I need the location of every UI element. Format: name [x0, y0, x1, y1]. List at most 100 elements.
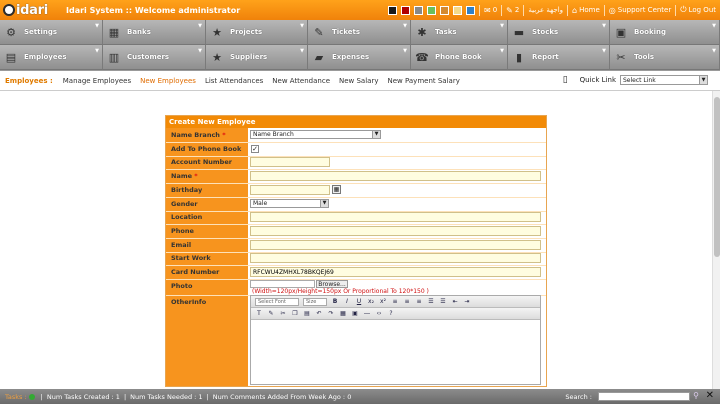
subscript-icon[interactable]: x₂ — [367, 298, 375, 305]
caret-down-icon[interactable]: ▼ — [198, 23, 202, 29]
home-link[interactable]: ⌂ Home — [572, 6, 600, 15]
theme-swatch-black[interactable] — [387, 5, 397, 15]
nav-new-attendance[interactable]: New Attendance — [272, 77, 330, 85]
size-select[interactable]: Size — [303, 297, 327, 306]
paperclip-icon: ✎ — [506, 5, 513, 15]
tasks-link[interactable]: ✎ 2 — [506, 6, 519, 15]
birthday-input[interactable] — [250, 185, 330, 195]
search-input[interactable] — [598, 392, 690, 401]
separator: | — [206, 392, 209, 401]
caret-down-icon[interactable]: ▼ — [712, 23, 716, 29]
module-tasks[interactable]: ✱ Tasks ▼ — [411, 20, 508, 45]
browse-button[interactable]: Browse... — [316, 280, 348, 288]
theme-swatch-gray[interactable] — [413, 5, 423, 15]
undo-icon[interactable]: ↶ — [315, 310, 323, 317]
caret-down-icon[interactable]: ▼ — [712, 48, 716, 54]
calculator-icon[interactable]: ▯ — [563, 75, 568, 85]
name-input[interactable] — [250, 171, 541, 181]
hr-icon[interactable]: ― — [363, 310, 371, 317]
module-customers[interactable]: ▥ Customers ▼ — [103, 45, 206, 70]
caret-down-icon[interactable]: ▼ — [500, 23, 504, 29]
module-stocks[interactable]: ▬ Stocks ▼ — [508, 20, 610, 45]
spellcheck-icon[interactable]: T — [255, 310, 263, 317]
caret-down-icon[interactable]: ▼ — [403, 48, 407, 54]
ordered-list-icon[interactable]: ☰ — [427, 298, 435, 305]
paste-icon[interactable]: ▤ — [303, 310, 311, 317]
location-input[interactable] — [250, 212, 541, 222]
theme-swatch-cream[interactable] — [452, 5, 462, 15]
module-banks[interactable]: ▦ Banks ▼ — [103, 20, 206, 45]
mail-link[interactable]: ✉ 0 — [484, 6, 497, 15]
nav-manage-employees[interactable]: Manage Employees — [63, 77, 131, 85]
startwork-input[interactable] — [250, 253, 541, 263]
theme-swatch-blue[interactable] — [465, 5, 475, 15]
module-projects[interactable]: ★ Projects ▼ — [206, 20, 308, 45]
photo-file-input[interactable] — [250, 280, 315, 288]
align-center-icon[interactable]: ≡ — [403, 298, 411, 305]
caret-down-icon[interactable]: ▼ — [300, 23, 304, 29]
otherinfo-editor[interactable]: Select Font Size B I U x₂ x² ≡ ≡ ≡ ☰ ☰ ⇤… — [250, 295, 541, 385]
module-expenses[interactable]: ▰ Expenses ▼ — [308, 45, 411, 70]
caret-down-icon[interactable]: ▼ — [95, 23, 99, 29]
nav-new-payment-salary[interactable]: New Payment Salary — [387, 77, 459, 85]
close-icon[interactable]: ✕ — [706, 390, 714, 401]
caret-down-icon[interactable]: ▼ — [95, 48, 99, 54]
page-scrollbar[interactable] — [712, 91, 720, 389]
caret-down-icon[interactable]: ▼ — [602, 23, 606, 29]
unordered-list-icon[interactable]: ☰ — [439, 298, 447, 305]
phone-input[interactable] — [250, 226, 541, 236]
caret-down-icon[interactable]: ▼ — [300, 48, 304, 54]
module-tools[interactable]: ✂ Tools ▼ — [610, 45, 720, 70]
module-report[interactable]: ▮ Report ▼ — [508, 45, 610, 70]
italic-icon[interactable]: I — [343, 298, 351, 305]
arabic-interface-link[interactable]: واجهة عربية — [528, 6, 563, 14]
table-icon[interactable]: ▦ — [339, 310, 347, 317]
caret-down-icon[interactable]: ▼ — [602, 48, 606, 54]
superscript-icon[interactable]: x² — [379, 298, 387, 305]
align-right-icon[interactable]: ≡ — [415, 298, 423, 305]
search-icon[interactable]: ⚲ — [693, 391, 699, 400]
html-icon[interactable]: ‹› — [375, 310, 383, 317]
nav-list-attendances[interactable]: List Attendances — [205, 77, 263, 85]
theme-swatch-red[interactable] — [400, 5, 410, 15]
support-link[interactable]: ◎ Support Center — [609, 6, 671, 15]
calendar-icon[interactable]: ▦ — [332, 185, 341, 194]
branch-select[interactable]: Name Branch ▼ — [250, 130, 381, 139]
copy-icon[interactable]: ❐ — [291, 310, 299, 317]
nav-new-salary[interactable]: New Salary — [339, 77, 378, 85]
account-number-input[interactable] — [250, 157, 330, 167]
module-tickets[interactable]: ✎ Tickets ▼ — [308, 20, 411, 45]
phonebook-checkbox[interactable]: ✓ — [251, 145, 259, 153]
redo-icon[interactable]: ↷ — [327, 310, 335, 317]
align-left-icon[interactable]: ≡ — [391, 298, 399, 305]
help-icon[interactable]: ? — [387, 310, 395, 317]
outdent-icon[interactable]: ⇤ — [451, 298, 459, 305]
quick-link-select[interactable]: Select Link ▼ — [620, 75, 708, 85]
font-select[interactable]: Select Font — [255, 297, 299, 306]
app-logo[interactable]: idari — [0, 0, 64, 20]
logout-link[interactable]: ⏻ Log Out — [680, 5, 716, 15]
module-suppliers[interactable]: ★ Suppliers ▼ — [206, 45, 308, 70]
nav-new-employees[interactable]: New Employees — [140, 77, 196, 85]
card-number-input[interactable]: RFCWU4ZMHXL78BKQEJ69 — [250, 267, 541, 277]
underline-icon[interactable]: U — [355, 298, 363, 305]
email-input[interactable] — [250, 240, 541, 250]
module-employees[interactable]: ▤ Employees ▼ — [0, 45, 103, 70]
gender-select[interactable]: Male ▼ — [250, 199, 329, 208]
caret-down-icon[interactable]: ▼ — [500, 48, 504, 54]
status-tasks-label[interactable]: Tasks : — [5, 393, 27, 401]
scrollbar-thumb[interactable] — [714, 97, 720, 257]
theme-swatch-orange[interactable] — [439, 5, 449, 15]
format-icon[interactable]: ✎ — [267, 310, 275, 317]
caret-down-icon[interactable]: ▼ — [198, 48, 202, 54]
module-settings[interactable]: ⚙ Settings ▼ — [0, 20, 103, 45]
cut-icon[interactable]: ✂ — [279, 310, 287, 317]
module-phone-book[interactable]: ☎ Phone Book ▼ — [411, 45, 508, 70]
module-label: Tasks — [435, 28, 457, 36]
caret-down-icon[interactable]: ▼ — [403, 23, 407, 29]
image-icon[interactable]: ▣ — [351, 310, 359, 317]
indent-icon[interactable]: ⇥ — [463, 298, 471, 305]
bold-icon[interactable]: B — [331, 298, 339, 305]
theme-swatch-green[interactable] — [426, 5, 436, 15]
module-booking[interactable]: ▣ Booking ▼ — [610, 20, 720, 45]
